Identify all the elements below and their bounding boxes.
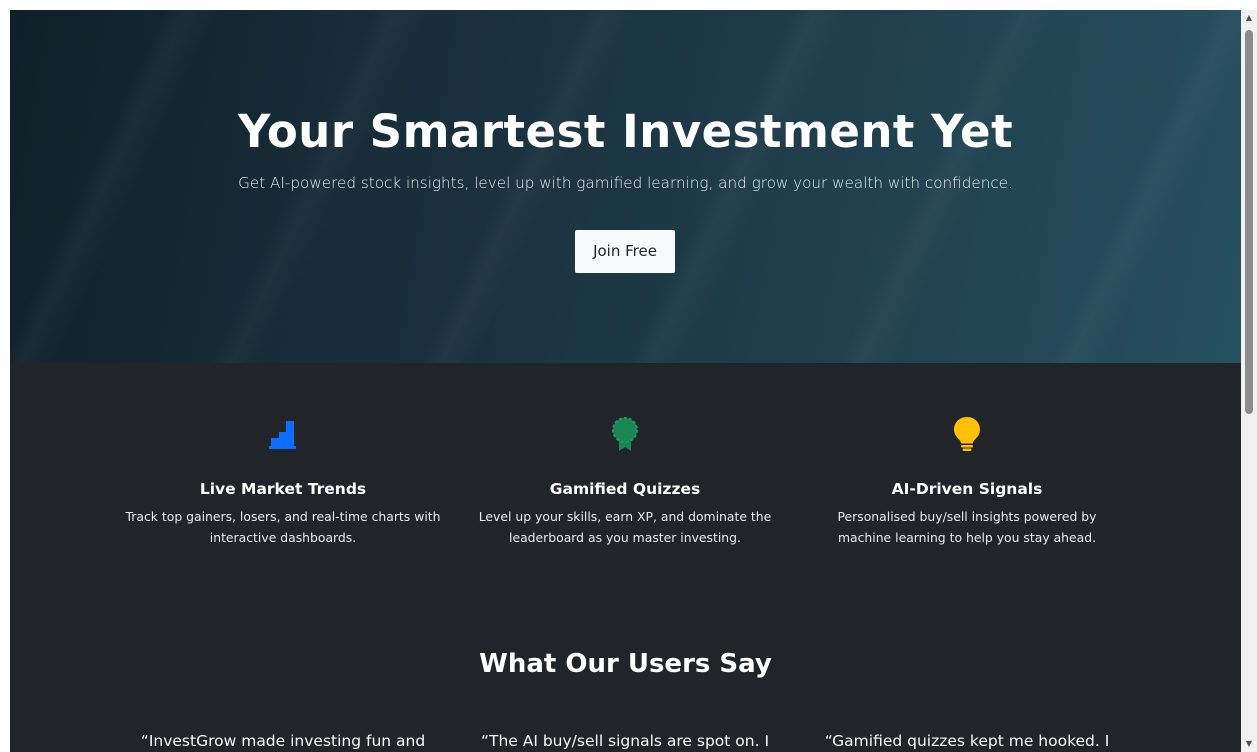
award-icon (605, 413, 645, 453)
feature-description-line: Personalised buy/sell insights powered b… (837, 509, 1097, 524)
feature-title: AI-Driven Signals (891, 480, 1043, 498)
feature-description-line: machine learning to help you stay ahead. (837, 530, 1097, 545)
feature-description-line: Level up your skills, earn XP, and domin… (478, 509, 772, 524)
hero-subtitle: Get AI-powered stock insights, level up … (238, 174, 1013, 192)
feature-description: Track top gainers, losers, and real-time… (113, 506, 453, 548)
testimonial-quote: “The AI buy/sell signals are spot on. I (480, 732, 770, 750)
hero-section: Your Smartest Investment Yet Get AI-powe… (10, 10, 1241, 363)
feature-title: Live Market Trends (199, 480, 367, 498)
scroll-up-arrow-icon[interactable]: ▲ (1241, 10, 1257, 26)
feature-description-line: leaderboard as you master investing. (509, 530, 741, 545)
feature-title: Gamified Quizzes (549, 480, 701, 498)
lightbulb-icon (947, 413, 987, 453)
features-section: Live Market Trends Track top gainers, lo… (10, 363, 1241, 623)
testimonial-quote: “Gamified quizzes kept me hooked. I (824, 732, 1110, 750)
feature-description: Personalised buy/sell insights powered b… (797, 506, 1137, 548)
feature-description: Level up your skills, earn XP, and domin… (455, 506, 795, 548)
scrollbar-thumb[interactable] (1245, 30, 1253, 414)
feature-description-line: Track top gainers, losers, and real-time… (125, 509, 441, 524)
join-free-button[interactable]: Join Free (575, 230, 675, 273)
testimonials-title: What Our Users Say (479, 649, 772, 679)
vertical-scrollbar[interactable]: ▲ ▼ (1241, 10, 1257, 752)
testimonial-quote: “InvestGrow made investing fun and (140, 732, 426, 750)
hero-title: Your Smartest Investment Yet (237, 105, 1014, 158)
scroll-down-arrow-icon[interactable]: ▼ (1241, 736, 1257, 752)
page-viewport: Your Smartest Investment Yet Get AI-powe… (10, 10, 1241, 752)
feature-description-line: interactive dashboards. (209, 530, 357, 545)
bar-chart-icon (263, 413, 303, 453)
